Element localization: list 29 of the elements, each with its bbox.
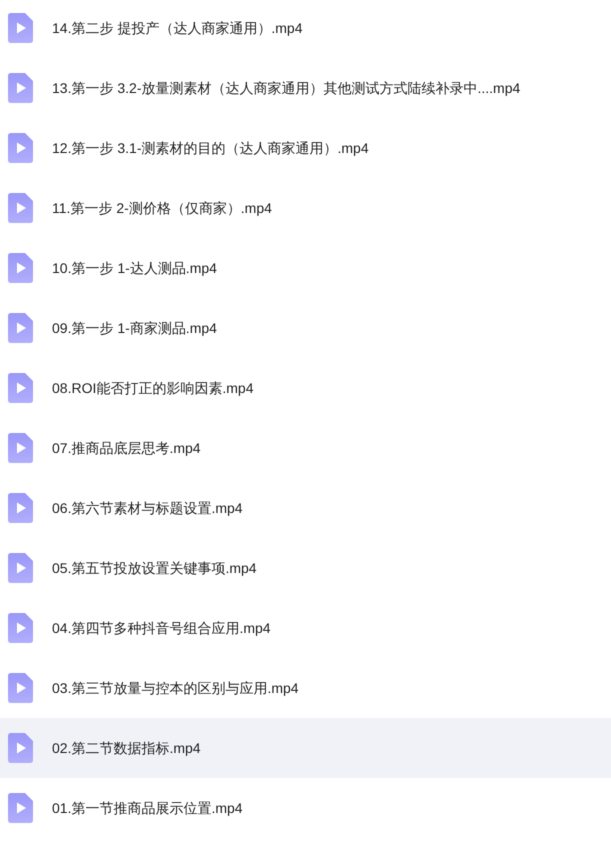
video-file-icon [8, 433, 33, 463]
file-name: 12.第一步 3.1-测素材的目的（达人商家通用）.mp4 [52, 138, 369, 158]
file-name: 08.ROI能否打正的影响因素.mp4 [52, 378, 254, 398]
video-file-icon [8, 373, 33, 403]
file-name: 13.第一步 3.2-放量测素材（达人商家通用）其他测试方式陆续补录中....mp4 [52, 78, 520, 98]
file-name: 14.第二步 提投产（达人商家通用）.mp4 [52, 18, 302, 38]
video-file-icon [8, 493, 33, 523]
video-file-icon [8, 133, 33, 163]
video-file-icon [8, 13, 33, 43]
video-file-icon [8, 553, 33, 583]
video-file-icon [8, 313, 33, 343]
video-file-icon [8, 673, 33, 703]
file-name: 06.第六节素材与标题设置.mp4 [52, 498, 243, 518]
file-name: 07.推商品底层思考.mp4 [52, 438, 201, 458]
video-file-icon [8, 733, 33, 763]
file-name: 05.第五节投放设置关键事项.mp4 [52, 558, 257, 578]
video-file-icon [8, 613, 33, 643]
file-name: 11.第一步 2-测价格（仅商家）.mp4 [52, 198, 272, 218]
file-name: 01.第一节推商品展示位置.mp4 [52, 798, 243, 818]
video-file-icon [8, 253, 33, 283]
video-file-icon [8, 73, 33, 103]
file-name: 03.第三节放量与控本的区别与应用.mp4 [52, 678, 299, 698]
file-name: 09.第一步 1-商家测品.mp4 [52, 318, 217, 338]
file-name: 10.第一步 1-达人测品.mp4 [52, 258, 217, 278]
file-name: 02.第二节数据指标.mp4 [52, 738, 201, 758]
video-file-icon [8, 793, 33, 823]
video-file-icon [8, 193, 33, 223]
file-name: 04.第四节多种抖音号组合应用.mp4 [52, 618, 271, 638]
file-row[interactable]: 02.第二节数据指标.mp4 [0, 718, 611, 778]
